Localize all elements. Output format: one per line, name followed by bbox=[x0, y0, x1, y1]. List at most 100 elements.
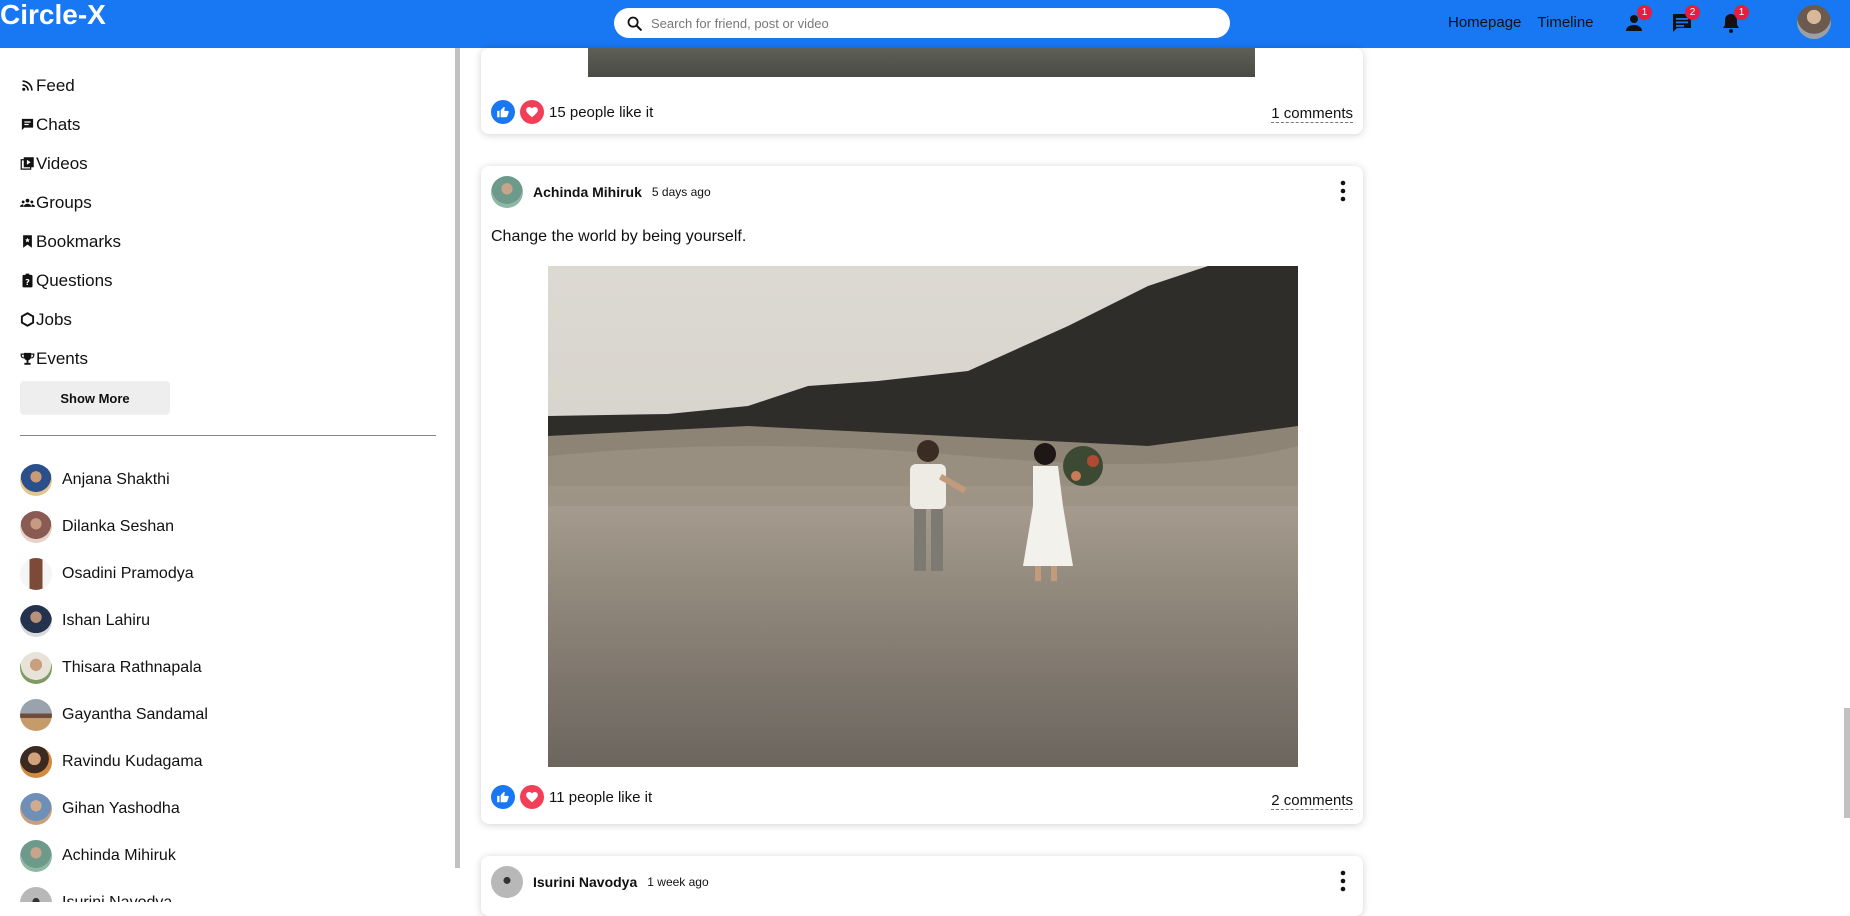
post-reactions: 15 people like it bbox=[491, 100, 653, 124]
chat-icon bbox=[21, 118, 34, 131]
search-icon bbox=[627, 16, 642, 31]
top-navbar: Circle-X Homepage Timeline 1 2 1 bbox=[0, 0, 1850, 48]
friend-item-anjana-shakthi[interactable]: Anjana Shakthi bbox=[20, 456, 208, 503]
messages-badge: 2 bbox=[1685, 5, 1700, 20]
show-more-button[interactable]: Show More bbox=[20, 381, 170, 415]
friend-item-dilanka-seshan[interactable]: Dilanka Seshan bbox=[20, 503, 208, 550]
post-reactions: 11 people like it bbox=[491, 785, 652, 809]
work-outline-icon bbox=[20, 312, 35, 327]
avatar bbox=[20, 698, 52, 731]
photo-couple-walking bbox=[548, 266, 1298, 767]
thumbs-up-icon bbox=[497, 106, 509, 118]
timeline-link[interactable]: Timeline bbox=[1537, 14, 1593, 31]
comments-link[interactable]: 1 comments bbox=[1271, 105, 1353, 123]
notifications-button[interactable]: 1 bbox=[1718, 5, 1749, 36]
friend-item-thisara-rathnapala[interactable]: Thisara Rathnapala bbox=[20, 644, 208, 691]
app-logo[interactable]: Circle-X bbox=[0, 0, 106, 30]
post-header: Achinda Mihiruk 5 days ago bbox=[491, 176, 711, 208]
notifications-badge: 1 bbox=[1734, 5, 1749, 20]
avatar bbox=[20, 510, 52, 543]
sidebar-item-label: Chats bbox=[36, 114, 81, 134]
more-vertical-icon bbox=[1340, 870, 1346, 892]
post-image[interactable] bbox=[548, 266, 1298, 767]
sidebar-item-events[interactable]: Events bbox=[20, 339, 121, 378]
sidebar-item-videos[interactable]: Videos bbox=[20, 144, 121, 183]
like-button[interactable] bbox=[491, 100, 515, 124]
comments-link[interactable]: 2 comments bbox=[1271, 792, 1353, 810]
left-sidebar: Feed Chats Videos Groups Bookmarks ? Que… bbox=[0, 48, 460, 902]
friend-item-osadini-pramodya[interactable]: Osadini Pramodya bbox=[20, 550, 208, 597]
avatar bbox=[20, 792, 52, 825]
sidebar-item-bookmarks[interactable]: Bookmarks bbox=[20, 222, 121, 261]
sidebar-item-chats[interactable]: Chats bbox=[20, 105, 121, 144]
top-links: Homepage Timeline bbox=[1448, 14, 1594, 31]
like-count-text: 11 people like it bbox=[549, 788, 653, 806]
avatar bbox=[20, 557, 52, 590]
friend-name: Ravindu Kudagama bbox=[62, 752, 203, 770]
sidebar-item-label: Events bbox=[36, 348, 88, 368]
sidebar-item-feed[interactable]: Feed bbox=[20, 66, 121, 105]
post-time: 1 week ago bbox=[647, 875, 709, 889]
post-author[interactable]: Achinda Mihiruk bbox=[533, 184, 642, 200]
love-button[interactable] bbox=[520, 100, 544, 124]
post-header: Isurini Navodya 1 week ago bbox=[491, 866, 709, 898]
search-bar[interactable] bbox=[614, 8, 1230, 38]
more-vertical-icon bbox=[1340, 180, 1346, 202]
svg-text:?: ? bbox=[25, 277, 30, 287]
post-card: Achinda Mihiruk 5 days ago Change the wo… bbox=[481, 166, 1363, 824]
bookmark-icon bbox=[23, 235, 32, 248]
friend-item-ishan-lahiru[interactable]: Ishan Lahiru bbox=[20, 597, 208, 644]
avatar[interactable] bbox=[491, 176, 523, 208]
post-options-button[interactable] bbox=[1339, 180, 1347, 202]
friend-requests-button[interactable]: 1 bbox=[1621, 5, 1652, 36]
sidebar-item-groups[interactable]: Groups bbox=[20, 183, 121, 222]
messages-button[interactable]: 2 bbox=[1669, 5, 1700, 36]
like-button[interactable] bbox=[491, 785, 515, 809]
avatar[interactable] bbox=[491, 866, 523, 898]
group-icon bbox=[20, 198, 35, 207]
friend-name: Dilanka Seshan bbox=[62, 517, 175, 535]
friend-name: Osadini Pramodya bbox=[62, 564, 194, 582]
trophy-icon bbox=[20, 352, 35, 365]
sidebar-item-label: Videos bbox=[36, 153, 88, 173]
avatar bbox=[20, 651, 52, 684]
post-author[interactable]: Isurini Navodya bbox=[533, 874, 637, 890]
post-text: Change the world by being yourself. bbox=[491, 228, 747, 245]
friend-list: Anjana Shakthi Dilanka Seshan Osadini Pr… bbox=[20, 456, 208, 902]
sidebar-item-label: Bookmarks bbox=[36, 231, 122, 251]
like-count-text: 15 people like it bbox=[549, 103, 654, 121]
sidebar-item-jobs[interactable]: Jobs bbox=[20, 300, 121, 339]
sidebar-menu: Feed Chats Videos Groups Bookmarks ? Que… bbox=[20, 66, 121, 378]
friend-item-isurini-navodya[interactable]: Isurini Navodya bbox=[20, 879, 208, 902]
friend-name: Achinda Mihiruk bbox=[62, 846, 176, 864]
profile-avatar[interactable] bbox=[1797, 5, 1831, 39]
rss-icon bbox=[22, 80, 33, 91]
sidebar-item-label: Feed bbox=[36, 75, 75, 95]
heart-icon bbox=[526, 107, 538, 118]
friend-item-gihan-yashodha[interactable]: Gihan Yashodha bbox=[20, 785, 208, 832]
video-library-icon bbox=[20, 157, 34, 170]
friend-item-ravindu-kudagama[interactable]: Ravindu Kudagama bbox=[20, 738, 208, 785]
page-scrollbar[interactable] bbox=[1844, 708, 1850, 818]
search-input[interactable] bbox=[651, 15, 1211, 31]
sidebar-scrollbar[interactable] bbox=[455, 48, 460, 868]
avatar bbox=[20, 839, 52, 872]
help-clipboard-icon: ? bbox=[22, 273, 33, 288]
friend-name: Thisara Rathnapala bbox=[62, 658, 202, 676]
sidebar-item-questions[interactable]: ? Questions bbox=[20, 261, 121, 300]
post-image bbox=[588, 48, 1255, 77]
friend-name: Gihan Yashodha bbox=[62, 799, 180, 817]
friend-item-achinda-mihiruk[interactable]: Achinda Mihiruk bbox=[20, 832, 208, 879]
friend-name: Anjana Shakthi bbox=[62, 470, 170, 488]
friend-name: Isurini Navodya bbox=[62, 893, 173, 903]
post-time: 5 days ago bbox=[651, 185, 711, 199]
sidebar-divider bbox=[20, 435, 436, 436]
avatar bbox=[20, 886, 52, 902]
friend-item-gayantha-sandamal[interactable]: Gayantha Sandamal bbox=[20, 691, 208, 738]
avatar bbox=[20, 745, 52, 778]
homepage-link[interactable]: Homepage bbox=[1448, 14, 1521, 31]
post-options-button[interactable] bbox=[1339, 870, 1347, 892]
friend-requests-badge: 1 bbox=[1637, 5, 1652, 20]
love-button[interactable] bbox=[520, 785, 544, 809]
heart-icon bbox=[526, 792, 538, 803]
